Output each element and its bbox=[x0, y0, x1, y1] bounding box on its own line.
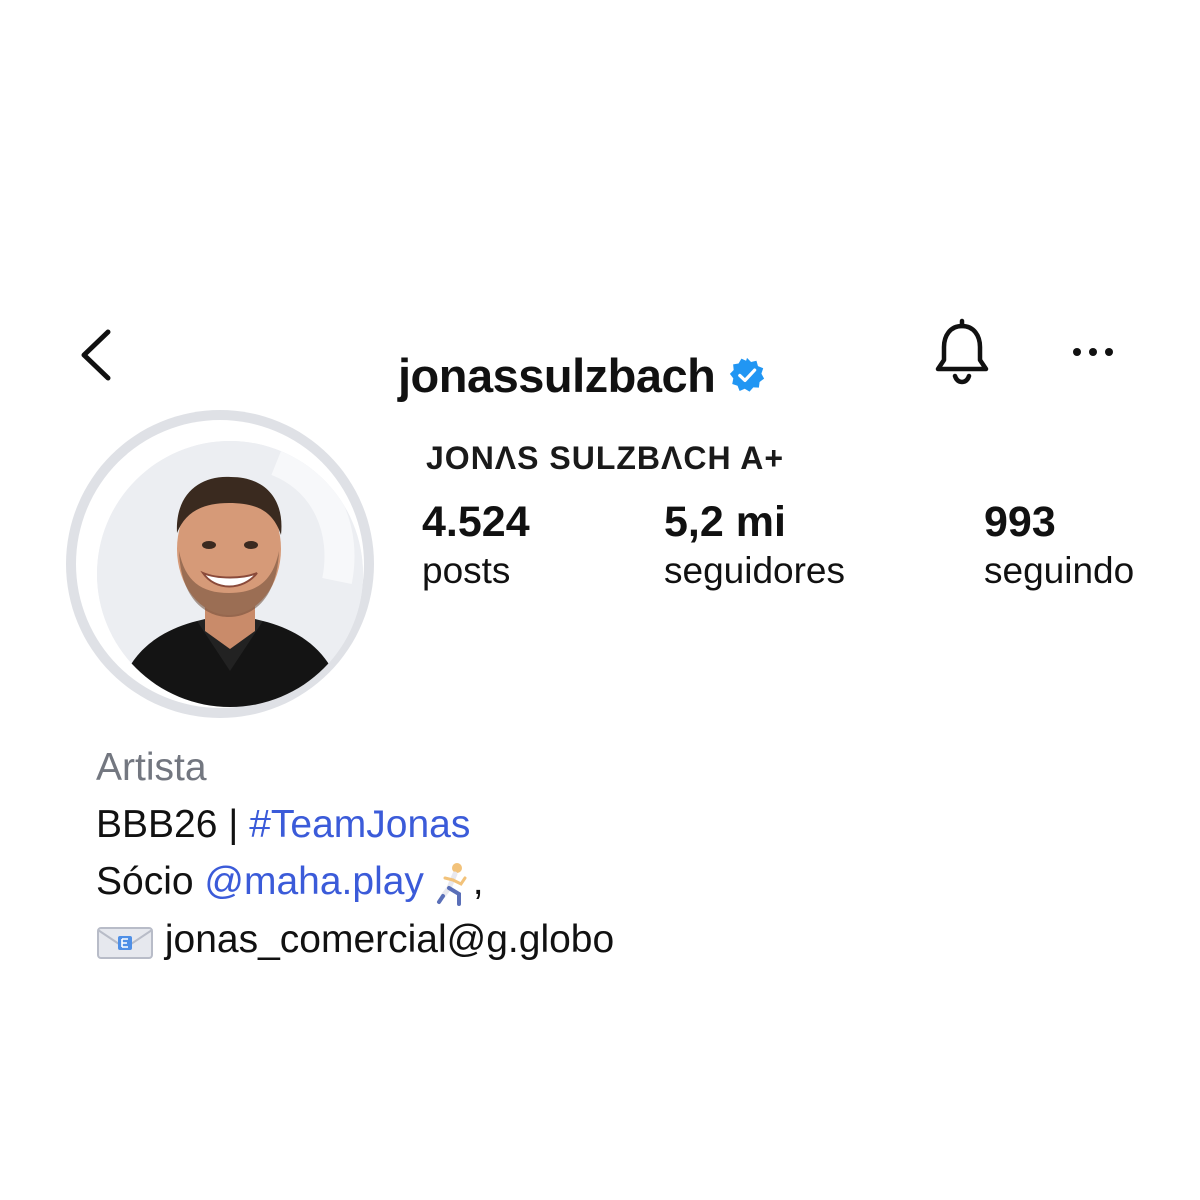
stat-posts[interactable]: 4.524 posts bbox=[422, 498, 530, 596]
back-button[interactable] bbox=[70, 322, 126, 388]
hashtag-link[interactable]: #TeamJonas bbox=[249, 803, 470, 846]
bio-email[interactable]: jonas_comercial@g.globo bbox=[165, 918, 614, 961]
bell-icon bbox=[935, 318, 989, 385]
stat-followers-value: 5,2 mi bbox=[664, 498, 786, 546]
avatar-border bbox=[76, 420, 364, 708]
profile-photo bbox=[97, 441, 363, 707]
bio-text: Sócio bbox=[96, 860, 205, 903]
stat-following-label: seguindo bbox=[984, 550, 1135, 591]
stat-posts-label: posts bbox=[422, 550, 511, 591]
avatar-ring[interactable] bbox=[66, 410, 374, 718]
stat-following-value: 993 bbox=[984, 498, 1056, 546]
profile-display-name: JONΛS SULZBΛCH A+ bbox=[426, 440, 785, 476]
mention-link[interactable]: @maha.play bbox=[204, 860, 424, 903]
stat-following[interactable]: 993 seguindo bbox=[984, 498, 1134, 596]
chevron-left-icon bbox=[81, 329, 111, 381]
profile-username: jonassulzbach bbox=[398, 348, 716, 402]
bio-text: BBB26 | bbox=[96, 803, 250, 846]
bio-line-2: Sócio @maha.play , bbox=[96, 858, 484, 906]
verified-badge-icon bbox=[730, 357, 765, 392]
profile-photo-illustration bbox=[97, 441, 363, 707]
bio-category: Artista bbox=[96, 746, 207, 789]
bio-line-3: jonas_comercial@g.globo bbox=[96, 916, 614, 964]
stat-posts-value: 4.524 bbox=[422, 498, 530, 546]
title-row: jonassulzbach bbox=[398, 345, 765, 405]
more-horizontal-icon bbox=[1073, 348, 1113, 356]
more-options-button[interactable] bbox=[1062, 330, 1124, 374]
notifications-button[interactable] bbox=[928, 318, 996, 390]
bio-text: , bbox=[472, 860, 484, 903]
stat-followers[interactable]: 5,2 mi seguidores bbox=[664, 498, 845, 596]
running-man-emoji bbox=[436, 862, 467, 906]
stat-followers-label: seguidores bbox=[664, 550, 846, 591]
bio-line-1: BBB26 | #TeamJonas bbox=[96, 801, 470, 849]
envelope-emoji bbox=[97, 926, 153, 959]
